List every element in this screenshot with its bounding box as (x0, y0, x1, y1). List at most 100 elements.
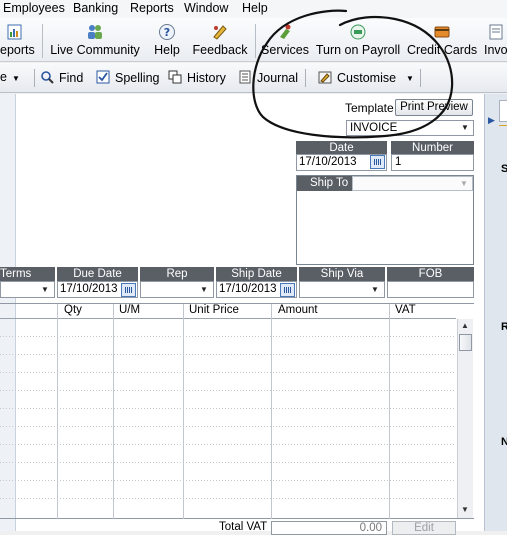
grid-row-line (0, 390, 456, 391)
feedback-button[interactable]: Feedback (191, 18, 249, 62)
live-community-label: Live Community (50, 43, 140, 57)
menu-reports[interactable]: Reports (130, 1, 174, 15)
side-panel-heading-r: R (501, 321, 507, 333)
due-date-header: Due Date (57, 267, 138, 281)
payroll-label: Turn on Payroll (315, 43, 401, 57)
menu-window[interactable]: Window (184, 1, 228, 15)
menu-help[interactable]: Help (242, 1, 268, 15)
calendar-icon[interactable] (280, 283, 295, 297)
vat-column-header: VAT (395, 304, 416, 316)
date-field[interactable]: 17/10/2013 (296, 154, 387, 171)
form-toolbar: e ▼ Find Spelling History Journal Custom… (0, 63, 507, 93)
customise-button[interactable]: Customise (318, 70, 396, 85)
due-date-field[interactable]: 17/10/2013 (57, 281, 138, 298)
invoice-button[interactable]: Invo (481, 18, 507, 62)
calendar-icon[interactable] (370, 155, 385, 169)
due-date-value: 17/10/2013 (60, 283, 118, 295)
customise-dropdown-icon[interactable]: ▼ (406, 74, 414, 83)
toolbar-separator (420, 69, 421, 87)
unit-price-column-header: Unit Price (189, 304, 239, 316)
services-icon (280, 24, 291, 39)
grid-row-line (0, 408, 456, 409)
scroll-up-icon[interactable]: ▲ (461, 321, 469, 330)
turn-on-payroll-button[interactable]: Turn on Payroll (314, 18, 402, 62)
invoice-label: Invo (484, 43, 507, 57)
um-column-header: U/M (119, 304, 141, 316)
history-button[interactable]: History (168, 70, 226, 85)
toolbar-item-e[interactable]: e (0, 70, 7, 84)
template-label: Template (345, 101, 394, 115)
find-button[interactable]: Find (40, 70, 83, 85)
scrollbar-thumb[interactable] (459, 334, 472, 351)
chevron-down-icon[interactable]: ▼ (12, 74, 20, 83)
spelling-button[interactable]: Spelling (96, 70, 159, 85)
svg-text:?: ? (164, 26, 170, 39)
customise-label: Customise (337, 71, 397, 85)
payroll-icon (350, 24, 366, 40)
grid-row-line (0, 498, 456, 499)
date-value: 17/10/2013 (299, 156, 357, 168)
collapse-arrow-icon[interactable]: ▶ (488, 115, 495, 126)
date-header: Date (296, 141, 387, 155)
live-community-button[interactable]: Live Community (47, 18, 143, 62)
template-value: INVOICE (350, 122, 398, 134)
journal-button[interactable]: Journal (238, 70, 298, 85)
side-panel-heading-n: N (501, 436, 507, 448)
ship-date-field[interactable]: 17/10/2013 (216, 281, 297, 298)
side-panel-search[interactable] (499, 100, 507, 122)
ship-to-label: Ship To (297, 176, 352, 191)
toolbar-separator (255, 24, 256, 58)
ship-via-header: Ship Via (299, 267, 385, 281)
number-header: Number (391, 141, 474, 155)
history-label: History (187, 71, 226, 85)
template-select[interactable]: INVOICE ▼ (346, 120, 474, 136)
spelling-icon (96, 70, 110, 84)
amount-column-header: Amount (278, 304, 318, 316)
edit-button[interactable]: Edit (392, 521, 456, 535)
toolbar-separator (34, 69, 35, 87)
grid-row-line (0, 462, 456, 463)
menu-banking[interactable]: Banking (73, 1, 118, 15)
ship-to-select[interactable]: ▼ (352, 176, 473, 191)
reports-icon (7, 24, 22, 40)
services-label: Services (261, 43, 309, 57)
terms-select[interactable]: ▼ (0, 281, 55, 298)
number-field[interactable]: 1 (391, 154, 474, 171)
grid-row-line (0, 336, 456, 337)
side-panel-accent (499, 125, 507, 126)
grid-row-line (0, 354, 456, 355)
number-value: 1 (395, 156, 402, 168)
invoice-icon (489, 24, 503, 40)
reports-label: eports (0, 43, 35, 57)
spelling-label: Spelling (115, 71, 160, 85)
chevron-down-icon: ▼ (460, 179, 468, 188)
journal-icon (239, 70, 251, 84)
chevron-down-icon: ▼ (461, 123, 469, 132)
icon-toolbar: eports Live Community ? Help Feedback Se… (0, 18, 507, 62)
find-label: Find (59, 71, 84, 85)
credit-cards-button[interactable]: Credit Cards (407, 18, 477, 62)
services-button[interactable]: Services (261, 18, 309, 62)
total-vat-value: 0.00 (359, 522, 382, 534)
menu-bar: Employees Banking Reports Window Help (0, 0, 507, 18)
customise-icon (318, 71, 332, 84)
people-icon (88, 25, 102, 39)
ship-via-select[interactable]: ▼ (299, 281, 385, 298)
help-icon: ? (159, 24, 175, 40)
fob-header: FOB (387, 267, 474, 281)
fob-field[interactable] (387, 281, 474, 298)
total-vat-label: Total VAT (219, 521, 268, 533)
rep-select[interactable]: ▼ (140, 281, 214, 298)
grid-scrollbar[interactable]: ▲ ▼ (457, 319, 473, 518)
grid-row-line (0, 444, 456, 445)
chevron-down-icon: ▼ (371, 285, 379, 294)
menu-employees[interactable]: Employees (3, 1, 65, 15)
chevron-down-icon: ▼ (41, 285, 49, 294)
reports-button[interactable]: eports (0, 18, 40, 62)
print-preview-button[interactable]: Print Preview (395, 99, 473, 116)
scroll-down-icon[interactable]: ▼ (461, 505, 469, 514)
terms-header: Terms (0, 267, 55, 281)
rep-header: Rep (140, 267, 214, 281)
calendar-icon[interactable] (121, 283, 136, 297)
help-button[interactable]: ? Help (148, 18, 186, 62)
